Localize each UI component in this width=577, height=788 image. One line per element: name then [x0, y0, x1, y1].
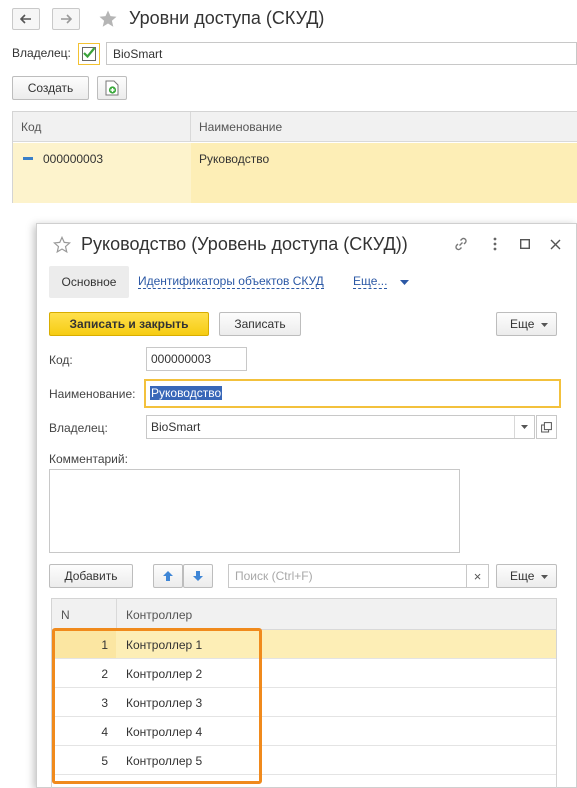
add-row-button[interactable]: Добавить — [49, 564, 133, 588]
more-actions-label: Еще — [510, 317, 535, 331]
name-value: Руководство — [150, 386, 223, 400]
comment-textarea[interactable] — [49, 469, 460, 553]
controller-name: Контроллер 2 — [126, 667, 203, 681]
table-row[interactable]: 1 Контроллер 1 — [52, 630, 556, 659]
name-field[interactable]: Руководство — [144, 379, 561, 408]
create-button[interactable]: Создать — [12, 76, 89, 100]
table-row[interactable]: 4 Контроллер 4 — [52, 717, 556, 746]
column-header-code[interactable]: Код — [13, 112, 191, 142]
row-number: 4 — [101, 725, 108, 739]
column-header-controller[interactable]: Контроллер — [126, 608, 192, 622]
row-number: 2 — [101, 667, 108, 681]
move-down-button[interactable] — [183, 564, 213, 588]
search-clear-button[interactable]: × — [467, 564, 489, 588]
table-row[interactable]: 3 Контроллер 3 — [52, 688, 556, 717]
owner-value: BioSmart — [151, 420, 201, 434]
column-header-name[interactable]: Наименование — [191, 112, 577, 142]
code-label: Код: — [49, 353, 73, 367]
controllers-table: N Контроллер 1 Контроллер 1 2 Контроллер… — [51, 598, 557, 788]
move-up-button[interactable] — [153, 564, 183, 588]
star-icon[interactable] — [53, 236, 71, 254]
minus-marker-icon — [23, 157, 33, 161]
dialog-title: Руководство (Уровень доступа (СКУД)) — [81, 234, 408, 254]
controller-name: Контроллер 1 — [126, 638, 203, 652]
list-window-header: Уровни доступа (СКУД) — [0, 0, 577, 40]
owner-filter-row: Владелец: BioSmart — [12, 42, 577, 66]
open-form-icon — [541, 421, 552, 432]
owner-label: Владелец: — [12, 46, 71, 60]
arrow-down-icon — [193, 571, 203, 581]
star-icon[interactable] — [98, 9, 118, 29]
table-row[interactable]: 2 Контроллер 2 — [52, 659, 556, 688]
chevron-down-icon — [541, 323, 548, 327]
code-cell: 000000003 — [13, 143, 191, 203]
page-title: Уровни доступа (СКУД) — [129, 8, 325, 28]
name-cell: Руководство — [199, 152, 270, 166]
owner-field[interactable]: BioSmart — [146, 415, 535, 439]
arrow-up-icon — [163, 571, 173, 581]
row-number: 5 — [101, 754, 108, 768]
owner-label: Владелец: — [49, 421, 108, 435]
chevron-down-icon[interactable] — [400, 280, 409, 285]
table-row[interactable]: 5 Контроллер 5 — [52, 746, 556, 775]
chevron-down-icon — [541, 575, 548, 579]
table-header: N Контроллер — [52, 599, 556, 630]
maximize-icon[interactable] — [517, 236, 533, 252]
owner-filter-field[interactable]: BioSmart — [106, 42, 577, 65]
owner-open-button[interactable] — [536, 415, 557, 439]
back-button[interactable] — [12, 8, 40, 30]
back-arrow-icon — [20, 14, 31, 24]
controller-name: Контроллер 4 — [126, 725, 203, 739]
more-vertical-icon[interactable] — [487, 236, 503, 252]
tab-more[interactable]: Еще... — [353, 275, 388, 289]
owner-dropdown-button[interactable] — [514, 416, 534, 438]
copy-add-icon — [105, 80, 119, 96]
table-more-label: Еще — [510, 569, 535, 583]
save-button[interactable]: Записать — [219, 312, 301, 336]
code-value: 000000003 — [43, 152, 104, 166]
checkbox-icon — [82, 47, 96, 61]
more-actions-button[interactable]: Еще — [496, 312, 557, 336]
forward-arrow-icon — [61, 14, 72, 24]
owner-filter-checkbox[interactable] — [78, 43, 100, 65]
name-label: Наименование: — [49, 387, 136, 401]
table-row[interactable]: 000000003 Руководство — [13, 143, 577, 203]
chevron-down-icon — [521, 425, 528, 429]
search-input[interactable]: Поиск (Ctrl+F) — [228, 564, 467, 588]
copy-add-button[interactable] — [97, 76, 127, 100]
tab-main[interactable]: Основное — [49, 266, 129, 298]
forward-button[interactable] — [52, 8, 80, 30]
list-table: Код Наименование 000000003 Руководство — [12, 111, 577, 203]
tab-identifiers[interactable]: Идентификаторы объектов СКУД — [138, 275, 324, 289]
table-more-button[interactable]: Еще — [496, 564, 557, 588]
link-icon[interactable] — [453, 236, 469, 252]
save-close-button[interactable]: Записать и закрыть — [49, 312, 209, 336]
controller-name: Контроллер 3 — [126, 696, 203, 710]
close-icon[interactable] — [547, 236, 563, 252]
element-dialog: Руководство (Уровень доступа (СКУД)) Осн… — [36, 223, 577, 788]
controller-name: Контроллер 5 — [126, 754, 203, 768]
column-divider — [116, 599, 117, 630]
column-header-n[interactable]: N — [61, 608, 70, 622]
row-number: 3 — [101, 696, 108, 710]
code-field[interactable]: 000000003 — [146, 347, 247, 371]
dialog-tabs: Основное Идентификаторы объектов СКУД Ещ… — [49, 266, 569, 298]
comment-label: Комментарий: — [49, 452, 128, 466]
row-number: 1 — [101, 638, 108, 652]
